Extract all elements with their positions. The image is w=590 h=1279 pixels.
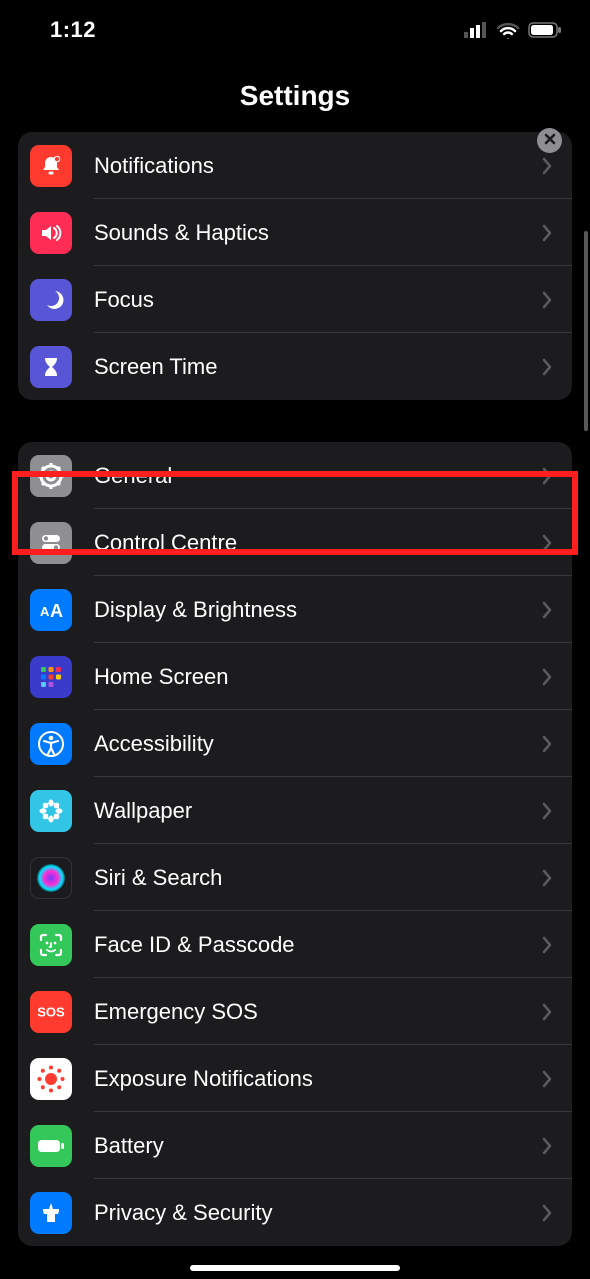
row-label: Sounds & Haptics <box>94 220 542 246</box>
row-sos[interactable]: SOS Emergency SOS <box>18 978 572 1045</box>
chevron-right-icon <box>542 1003 558 1021</box>
status-time: 1:12 <box>50 17 96 43</box>
accessibility-icon <box>30 723 72 765</box>
battery-icon <box>528 22 562 38</box>
row-label: Emergency SOS <box>94 999 542 1025</box>
settings-group-2: General Control Centre AA Display & Brig… <box>18 442 572 1246</box>
chevron-right-icon <box>542 291 558 309</box>
chevron-right-icon <box>542 534 558 552</box>
row-screentime[interactable]: Screen Time <box>18 333 572 400</box>
notifications-icon <box>30 145 72 187</box>
row-faceid[interactable]: Face ID & Passcode <box>18 911 572 978</box>
controlcentre-icon <box>30 522 72 564</box>
home-indicator <box>190 1265 400 1271</box>
scroll-indicator <box>584 231 588 431</box>
page-title: Settings <box>0 80 590 112</box>
row-label: Accessibility <box>94 731 542 757</box>
row-wallpaper[interactable]: Wallpaper <box>18 777 572 844</box>
row-label: Siri & Search <box>94 865 542 891</box>
chevron-right-icon <box>542 467 558 485</box>
faceid-icon <box>30 924 72 966</box>
siri-icon <box>30 857 72 899</box>
row-battery[interactable]: Battery <box>18 1112 572 1179</box>
page-header: Settings <box>0 60 590 126</box>
row-controlcentre[interactable]: Control Centre <box>18 509 572 576</box>
chevron-right-icon <box>542 802 558 820</box>
row-notifications[interactable]: Notifications <box>18 132 572 199</box>
status-bar: 1:12 <box>0 0 590 60</box>
svg-text:A: A <box>50 601 63 621</box>
screentime-icon <box>30 346 72 388</box>
row-general[interactable]: General <box>18 442 572 509</box>
row-display[interactable]: AA Display & Brightness <box>18 576 572 643</box>
row-label: Face ID & Passcode <box>94 932 542 958</box>
row-label: Wallpaper <box>94 798 542 824</box>
row-sounds[interactable]: Sounds & Haptics <box>18 199 572 266</box>
privacy-icon <box>30 1192 72 1234</box>
battery-icon <box>30 1125 72 1167</box>
row-label: General <box>94 463 542 489</box>
exposure-icon <box>30 1058 72 1100</box>
chevron-right-icon <box>542 869 558 887</box>
display-icon: AA <box>30 589 72 631</box>
row-label: Focus <box>94 287 542 313</box>
row-label: Privacy & Security <box>94 1200 542 1226</box>
chevron-right-icon <box>542 735 558 753</box>
homescreen-icon <box>30 656 72 698</box>
chevron-right-icon <box>542 1070 558 1088</box>
wallpaper-icon <box>30 790 72 832</box>
chevron-right-icon <box>542 1137 558 1155</box>
row-label: Notifications <box>94 153 542 179</box>
svg-text:SOS: SOS <box>37 1004 65 1019</box>
chevron-right-icon <box>542 668 558 686</box>
chevron-right-icon <box>542 1204 558 1222</box>
chevron-right-icon <box>542 224 558 242</box>
chevron-right-icon <box>542 936 558 954</box>
general-icon <box>30 455 72 497</box>
sounds-icon <box>30 212 72 254</box>
row-exposure[interactable]: Exposure Notifications <box>18 1045 572 1112</box>
wifi-icon <box>496 21 520 39</box>
row-label: Home Screen <box>94 664 542 690</box>
chevron-right-icon <box>542 157 558 175</box>
row-privacy[interactable]: Privacy & Security <box>18 1179 572 1246</box>
focus-icon <box>30 279 72 321</box>
settings-group-1: Notifications Sounds & Haptics Focus Scr… <box>18 132 572 400</box>
chevron-right-icon <box>542 358 558 376</box>
row-label: Screen Time <box>94 354 542 380</box>
status-icons <box>464 21 562 39</box>
row-accessibility[interactable]: Accessibility <box>18 710 572 777</box>
cellular-icon <box>464 22 488 38</box>
chevron-right-icon <box>542 601 558 619</box>
row-focus[interactable]: Focus <box>18 266 572 333</box>
row-siri[interactable]: Siri & Search <box>18 844 572 911</box>
sos-icon: SOS <box>30 991 72 1033</box>
row-homescreen[interactable]: Home Screen <box>18 643 572 710</box>
svg-text:A: A <box>40 604 50 619</box>
row-label: Exposure Notifications <box>94 1066 542 1092</box>
row-label: Display & Brightness <box>94 597 542 623</box>
row-label: Battery <box>94 1133 542 1159</box>
row-label: Control Centre <box>94 530 542 556</box>
